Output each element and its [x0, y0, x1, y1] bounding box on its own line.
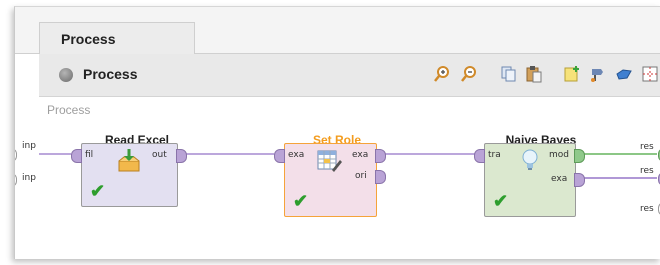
process-result-port-2-label: res	[640, 166, 654, 176]
naive-bayes-tra-label: tra	[488, 150, 501, 160]
route-icon[interactable]	[589, 65, 607, 83]
process-result-port-1-label: res	[640, 142, 654, 152]
copy-icon[interactable]	[499, 65, 517, 83]
naive-bayes-tra-port[interactable]	[474, 149, 485, 163]
tab-bar: Process	[15, 7, 660, 55]
set-role-ori-port[interactable]	[375, 170, 386, 184]
read-excel-fil-port[interactable]	[71, 149, 82, 163]
zoom-out-icon[interactable]	[460, 65, 478, 83]
naive-bayes-operator[interactable]: tra mod exa ✔	[474, 143, 585, 217]
process-icon	[59, 68, 73, 82]
read-excel-out-port[interactable]	[176, 149, 187, 163]
excel-import-icon	[116, 148, 142, 179]
read-excel-out-label: out	[152, 150, 167, 160]
naive-bayes-exa-out-port[interactable]	[574, 173, 585, 187]
process-input-port-2[interactable]	[15, 173, 17, 187]
read-excel-operator[interactable]: fil out ✔	[71, 143, 187, 207]
process-window: Process Process Process inp inp Read Exc…	[14, 6, 660, 259]
process-toolbar: Process	[39, 54, 660, 97]
naive-bayes-mod-port[interactable]	[574, 149, 585, 163]
process-input-port-2-label: inp	[22, 173, 36, 183]
set-role-exa-out-label: exa	[352, 150, 369, 160]
auto-wire-icon[interactable]	[615, 65, 633, 83]
zoom-in-icon[interactable]	[433, 65, 451, 83]
grid-icon[interactable]	[641, 65, 659, 83]
set-role-exa-out-port[interactable]	[375, 149, 386, 163]
set-role-status-check-icon: ✔	[293, 191, 309, 211]
naive-bayes-exa-out-label: exa	[551, 174, 568, 184]
tab-process[interactable]: Process	[39, 22, 195, 55]
table-edit-icon	[316, 148, 342, 179]
process-result-port-3-label: res	[640, 204, 654, 214]
process-breadcrumb[interactable]: Process	[83, 66, 137, 82]
set-role-exa-in-label: exa	[288, 150, 305, 160]
set-role-ori-label: ori	[355, 171, 367, 181]
set-role-exa-in-port[interactable]	[274, 149, 285, 163]
process-canvas[interactable]: Process inp inp Read Excel fil out ✔ Set…	[15, 97, 660, 259]
set-role-operator[interactable]: exa exa ori ✔	[274, 143, 386, 217]
paste-icon[interactable]	[525, 65, 543, 83]
read-excel-fil-label: fil	[85, 150, 94, 160]
process-input-port-1[interactable]	[15, 148, 17, 162]
add-note-icon[interactable]	[563, 65, 581, 83]
process-input-port-1-label: inp	[22, 141, 36, 151]
naive-bayes-status-check-icon: ✔	[493, 191, 509, 211]
naive-bayes-mod-label: mod	[549, 150, 569, 160]
read-excel-status-check-icon: ✔	[90, 181, 106, 201]
tab-process-label: Process	[61, 31, 116, 47]
lightbulb-icon	[520, 148, 540, 179]
